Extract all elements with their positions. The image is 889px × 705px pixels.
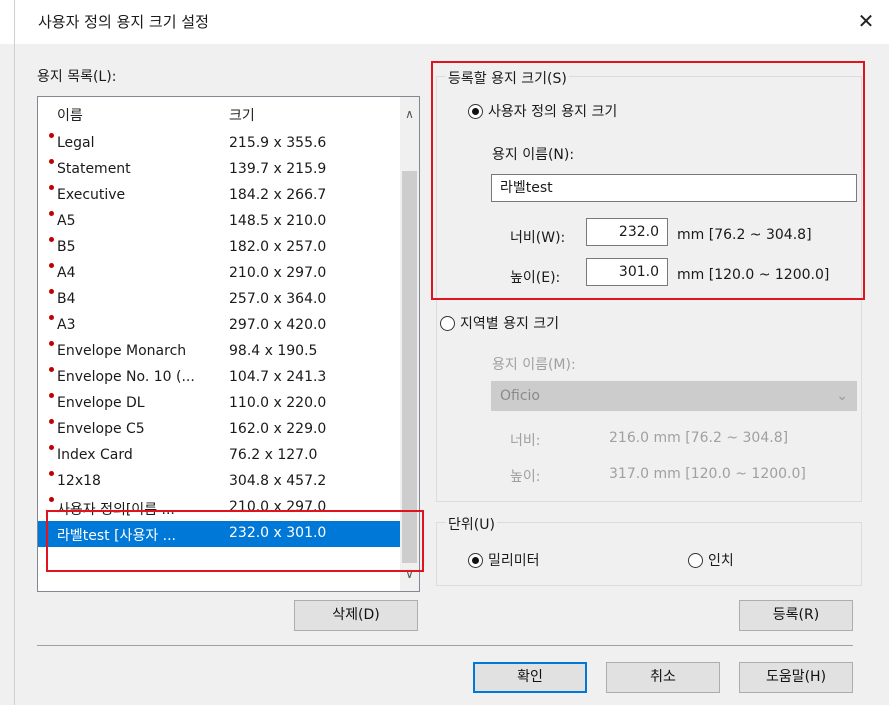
custom-marker-icon <box>49 159 54 164</box>
custom-marker-icon <box>49 263 54 268</box>
regional-width-value: 216.0 mm [76.2 ~ 304.8] <box>609 430 789 446</box>
register-button[interactable]: 등록(R) <box>739 600 853 631</box>
highlight-box-list <box>46 510 424 572</box>
custom-marker-icon <box>49 419 54 424</box>
list-item[interactable]: Statement 139.7 x 215.9 <box>38 157 400 183</box>
regional-width-label: 너비: <box>510 433 541 449</box>
column-header-name[interactable]: 이름 <box>57 105 83 125</box>
custom-marker-icon <box>49 445 54 450</box>
custom-marker-icon <box>49 367 54 372</box>
regional-name-label: 용지 이름(M): <box>492 357 576 373</box>
custom-marker-icon <box>49 393 54 398</box>
list-item-name: 12x18 <box>57 473 101 489</box>
list-item[interactable]: Envelope DL 110.0 x 220.0 <box>38 391 400 417</box>
list-item-size: 184.2 x 266.7 <box>229 187 327 203</box>
list-item-name: A5 <box>57 213 76 229</box>
unit-group-label: 단위(U) <box>446 514 497 534</box>
custom-marker-icon <box>49 237 54 242</box>
list-item-name: Envelope DL <box>57 395 145 411</box>
list-item[interactable]: B4 257.0 x 364.0 <box>38 287 400 313</box>
list-item-size: 210.0 x 297.0 <box>229 265 327 281</box>
dialog-title: 사용자 정의 용지 크기 설정 <box>38 13 209 31</box>
list-item-size: 76.2 x 127.0 <box>229 447 318 463</box>
regional-paper-select[interactable]: Oficio ⌄ <box>491 381 857 411</box>
inch-radio-label[interactable]: 인치 <box>708 550 734 570</box>
regional-height-value: 317.0 mm [120.0 ~ 1200.0] <box>609 466 806 482</box>
list-item-size: 215.9 x 355.6 <box>229 135 327 151</box>
custom-marker-icon <box>49 315 54 320</box>
list-item-name: Envelope Monarch <box>57 343 187 359</box>
regional-paper-selected: Oficio <box>500 388 540 404</box>
scroll-thumb[interactable] <box>402 171 417 563</box>
list-item-name: Legal <box>57 135 95 151</box>
regional-height-label: 높이: <box>510 469 541 485</box>
footer-separator <box>37 645 853 646</box>
close-icon[interactable]: ✕ <box>852 7 880 35</box>
regional-size-radio-label[interactable]: 지역별 용지 크기 <box>460 313 559 333</box>
mm-radio-label[interactable]: 밀리미터 <box>488 550 540 570</box>
list-item[interactable]: Executive 184.2 x 266.7 <box>38 183 400 209</box>
list-item-size: 182.0 x 257.0 <box>229 239 327 255</box>
list-item-size: 139.7 x 215.9 <box>229 161 327 177</box>
list-item-size: 104.7 x 241.3 <box>229 369 327 385</box>
list-item-name: B4 <box>57 291 76 307</box>
custom-marker-icon <box>49 497 54 502</box>
paper-list-label: 용지 목록(L): <box>37 69 117 85</box>
list-item[interactable]: Envelope Monarch 98.4 x 190.5 <box>38 339 400 365</box>
paper-list-header: 이름 크기 <box>38 97 400 131</box>
list-item[interactable]: Envelope C5 162.0 x 229.0 <box>38 417 400 443</box>
list-item[interactable]: A4 210.0 x 297.0 <box>38 261 400 287</box>
list-item-name: Envelope C5 <box>57 421 145 437</box>
custom-marker-icon <box>49 211 54 216</box>
list-item-size: 304.8 x 457.2 <box>229 473 327 489</box>
list-item-name: Index Card <box>57 447 133 463</box>
custom-marker-icon <box>49 133 54 138</box>
list-item-size: 148.5 x 210.0 <box>229 213 327 229</box>
mm-radio[interactable] <box>468 553 483 568</box>
list-item-size: 110.0 x 220.0 <box>229 395 327 411</box>
ok-button[interactable]: 확인 <box>473 662 587 693</box>
regional-size-radio[interactable] <box>440 316 455 331</box>
column-header-size[interactable]: 크기 <box>229 105 255 125</box>
list-item-size: 98.4 x 190.5 <box>229 343 318 359</box>
delete-button[interactable]: 삭제(D) <box>294 600 418 631</box>
list-item[interactable]: B5 182.0 x 257.0 <box>38 235 400 261</box>
list-item-name: Statement <box>57 161 131 177</box>
inch-radio[interactable] <box>688 553 703 568</box>
help-button[interactable]: 도움말(H) <box>739 662 853 693</box>
list-item[interactable]: Envelope No. 10 (... 104.7 x 241.3 <box>38 365 400 391</box>
custom-marker-icon <box>49 341 54 346</box>
highlight-box-custom <box>431 61 865 300</box>
list-item-name: Executive <box>57 187 126 203</box>
list-item[interactable]: A3 297.0 x 420.0 <box>38 313 400 339</box>
custom-marker-icon <box>49 471 54 476</box>
scroll-up-icon[interactable]: ∧ <box>400 107 419 121</box>
cancel-button[interactable]: 취소 <box>606 662 720 693</box>
list-item[interactable]: A5 148.5 x 210.0 <box>38 209 400 235</box>
list-item-name: Envelope No. 10 (... <box>57 369 195 385</box>
custom-marker-icon <box>49 289 54 294</box>
list-item[interactable]: Index Card 76.2 x 127.0 <box>38 443 400 469</box>
custom-marker-icon <box>49 185 54 190</box>
list-item[interactable]: Legal 215.9 x 355.6 <box>38 131 400 157</box>
list-item-size: 162.0 x 229.0 <box>229 421 327 437</box>
list-item-name: B5 <box>57 239 76 255</box>
list-item-size: 257.0 x 364.0 <box>229 291 327 307</box>
list-item-size: 297.0 x 420.0 <box>229 317 327 333</box>
list-item-name: A4 <box>57 265 76 281</box>
list-item[interactable]: 12x18 304.8 x 457.2 <box>38 469 400 495</box>
chevron-down-icon: ⌄ <box>836 388 848 404</box>
window-left-border <box>14 0 15 705</box>
list-item-name: A3 <box>57 317 76 333</box>
